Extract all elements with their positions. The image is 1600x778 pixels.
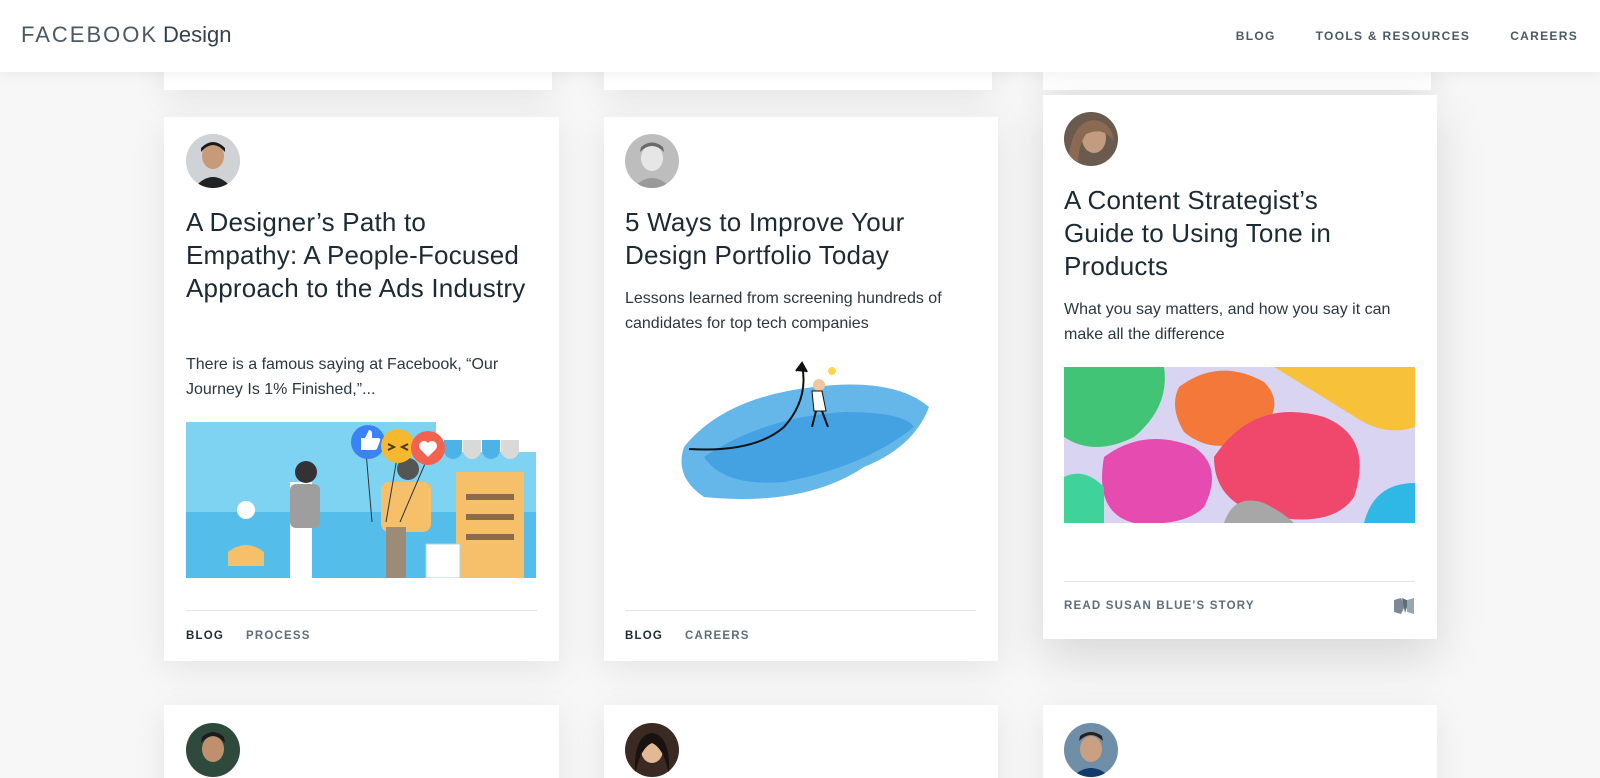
rocket-arrow-illustration	[664, 357, 934, 517]
tag-blog[interactable]: BLOG	[625, 630, 663, 642]
article-summary: Lessons learned from screening hundreds …	[625, 290, 942, 332]
author-avatar	[1064, 112, 1118, 166]
tag-blog[interactable]: BLOG	[186, 630, 224, 642]
site-header: FACEBOOK Design BLOG TOOLS & RESOURCES CA…	[0, 0, 1600, 72]
card-divider	[1064, 581, 1415, 582]
article-card-partial[interactable]	[604, 705, 998, 778]
article-title[interactable]: A Designer’s Path to Empathy: A People-F…	[186, 206, 541, 305]
author-avatar	[625, 134, 679, 188]
tag-careers[interactable]: CAREERS	[685, 630, 750, 642]
article-card[interactable]: 5 Ways to Improve Your Design Portfolio …	[604, 117, 998, 661]
article-card-hovered[interactable]: A Content Strategist’s Guide to Using To…	[1043, 95, 1437, 639]
author-avatar	[186, 723, 240, 777]
medium-icon[interactable]	[1393, 597, 1415, 615]
logo-brand: FACEBOOK	[21, 22, 159, 47]
article-card[interactable]: A Designer’s Path to Empathy: A People-F…	[164, 117, 559, 661]
author-avatar	[625, 723, 679, 777]
author-avatar	[1064, 723, 1118, 777]
nav-careers[interactable]: CAREERS	[1510, 29, 1578, 43]
card-divider	[186, 610, 537, 611]
main-nav: BLOG TOOLS & RESOURCES CAREERS	[1236, 29, 1578, 43]
article-card-partial[interactable]	[1043, 705, 1437, 778]
article-card-partial[interactable]	[164, 705, 559, 778]
article-title[interactable]: 5 Ways to Improve Your Design Portfolio …	[625, 206, 985, 272]
facebook-design-logo[interactable]: FACEBOOK Design	[21, 22, 232, 48]
article-summary: There is a famous saying at Facebook, “O…	[186, 356, 499, 398]
people-ads-illustration	[186, 422, 536, 578]
tag-list: BLOG PROCESS	[186, 630, 311, 642]
nav-blog[interactable]: BLOG	[1236, 29, 1276, 43]
article-title[interactable]: A Content Strategist’s Guide to Using To…	[1064, 184, 1394, 283]
tag-process[interactable]: PROCESS	[246, 630, 311, 642]
logo-design: Design	[163, 22, 232, 47]
card-divider	[625, 610, 976, 611]
colorful-blobs-illustration	[1064, 367, 1415, 523]
nav-tools-resources[interactable]: TOOLS & RESOURCES	[1316, 29, 1471, 43]
article-summary: What you say matters, and how you say it…	[1064, 301, 1391, 343]
read-story-link[interactable]: READ SUSAN BLUE'S STORY	[1064, 600, 1255, 612]
tag-list: BLOG CAREERS	[625, 630, 750, 642]
author-avatar	[186, 134, 240, 188]
